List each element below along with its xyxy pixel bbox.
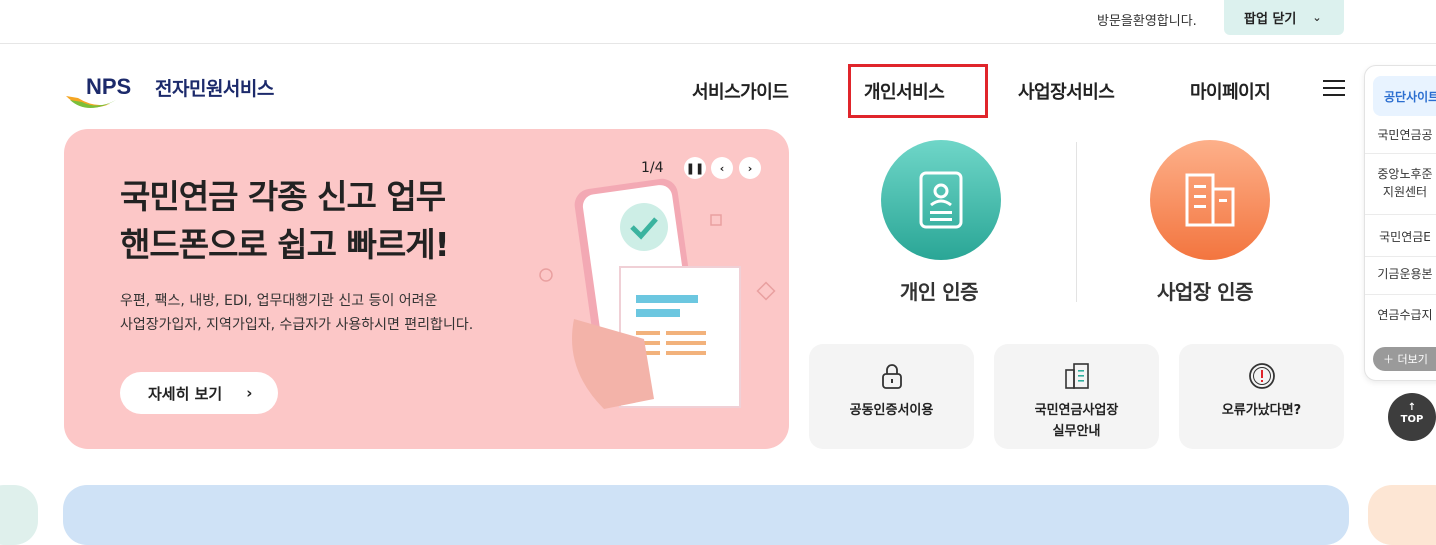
popup-close-button[interactable]: 팝업 닫기 ⌄ bbox=[1224, 0, 1344, 35]
alert-icon bbox=[1248, 363, 1275, 389]
workplace-guide-label: 국민연금사업장 실무안내 bbox=[1034, 403, 1119, 439]
divider bbox=[1365, 256, 1436, 257]
main-banner: 국민연금 각종 신고 업무 핸드폰으로 쉽고 빠르게! 우편, 팩스, 내방, … bbox=[64, 129, 789, 449]
side-link-nps-e[interactable]: 국민연금E bbox=[1365, 228, 1436, 246]
top-label: TOP bbox=[1400, 414, 1424, 425]
svg-text:NPS: NPS bbox=[86, 74, 131, 99]
bottom-strip-right bbox=[1368, 485, 1436, 545]
divider bbox=[1365, 214, 1436, 215]
personal-auth-button[interactable] bbox=[881, 140, 1001, 260]
divider bbox=[1365, 294, 1436, 295]
side-link-retirement-center[interactable]: 중앙노후준 지원센터 bbox=[1365, 165, 1436, 201]
hamburger-menu-icon[interactable] bbox=[1323, 80, 1345, 98]
banner-description: 우편, 팩스, 내방, EDI, 업무대행기관 신고 등이 어려운 사업장가입자… bbox=[120, 293, 474, 333]
agency-sites-panel: 공단사이트 국민연금공 중앙노후준 지원센터 국민연금E 기금운용본 연금수급지… bbox=[1364, 65, 1436, 381]
highlight-box bbox=[848, 64, 988, 118]
detail-button[interactable]: 자세히 보기 › bbox=[120, 372, 278, 414]
welcome-text: 방문을환영합니다. bbox=[1097, 14, 1197, 29]
more-label: 더보기 bbox=[1397, 353, 1428, 366]
error-help-card[interactable]: 오류가났다면? bbox=[1179, 344, 1344, 449]
scroll-top-button[interactable]: ↑ TOP bbox=[1388, 393, 1436, 441]
plus-icon: ＋ bbox=[1383, 353, 1394, 366]
arrow-up-icon: ↑ bbox=[1407, 402, 1417, 413]
more-button[interactable]: ＋ 더보기 bbox=[1373, 347, 1436, 371]
side-link-nps[interactable]: 국민연금공 bbox=[1365, 126, 1436, 144]
top-utility-bar: 방문을환영합니다. 팝업 닫기 ⌄ bbox=[0, 0, 1436, 44]
service-name[interactable]: 전자민원서비스 bbox=[155, 74, 274, 101]
cert-usage-card[interactable]: 공동인증서이용 bbox=[809, 344, 974, 449]
divider bbox=[1365, 153, 1436, 154]
banner-title: 국민연금 각종 신고 업무 핸드폰으로 쉽고 빠르게! bbox=[120, 177, 450, 264]
building-icon bbox=[1185, 173, 1235, 227]
chevron-right-icon: › bbox=[246, 384, 253, 402]
workplace-guide-card[interactable]: 국민연금사업장 실무안내 bbox=[994, 344, 1159, 449]
gnb-business-service[interactable]: 사업장서비스 bbox=[1018, 78, 1115, 104]
business-auth-button[interactable] bbox=[1150, 140, 1270, 260]
chevron-down-icon: ⌄ bbox=[1312, 11, 1322, 24]
gnb-service-guide[interactable]: 서비스가이드 bbox=[692, 78, 789, 104]
business-auth-label[interactable]: 사업장 인증 bbox=[1157, 276, 1253, 305]
cert-usage-label: 공동인증서이용 bbox=[849, 403, 934, 418]
bottom-strip-left bbox=[0, 485, 38, 545]
auth-divider bbox=[1076, 142, 1077, 302]
gnb-my-page[interactable]: 마이페이지 bbox=[1190, 78, 1271, 104]
lock-icon bbox=[881, 364, 902, 389]
popup-close-label: 팝업 닫기 bbox=[1244, 12, 1297, 27]
side-link-fund[interactable]: 기금운용본 bbox=[1365, 265, 1436, 283]
personal-auth-label[interactable]: 개인 인증 bbox=[900, 276, 979, 305]
document-icon bbox=[1064, 363, 1089, 389]
agency-sites-heading: 공단사이트 bbox=[1373, 76, 1436, 116]
id-card-icon bbox=[919, 171, 963, 229]
phone-illustration bbox=[539, 178, 776, 409]
error-help-label: 오류가났다면? bbox=[1221, 403, 1302, 418]
side-link-pension-pay[interactable]: 연금수급지 bbox=[1365, 306, 1436, 324]
bottom-strip-main bbox=[63, 485, 1349, 545]
detail-button-label: 자세히 보기 bbox=[148, 384, 223, 403]
